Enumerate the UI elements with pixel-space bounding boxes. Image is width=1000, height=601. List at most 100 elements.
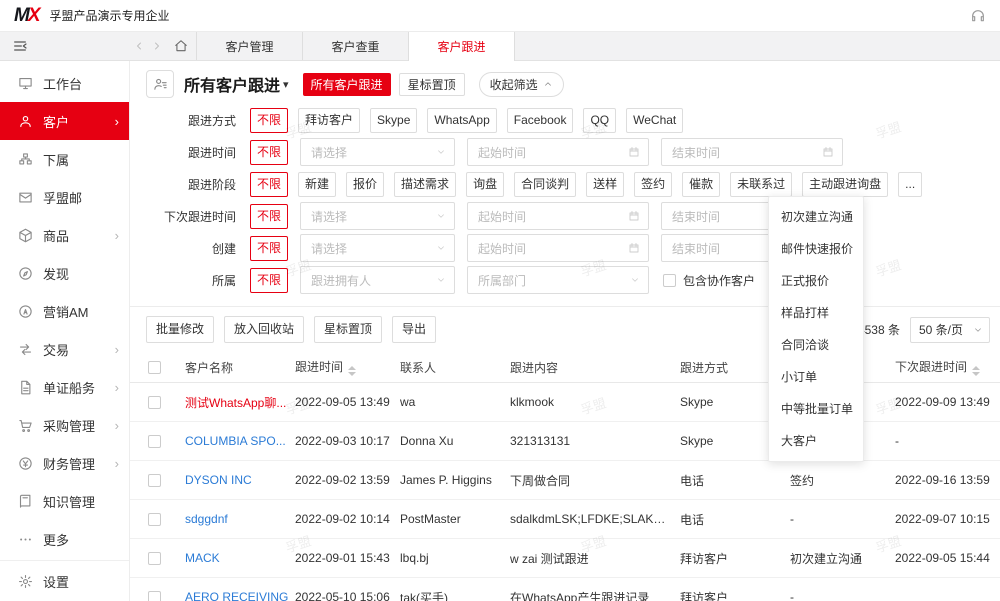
customer-icon <box>18 114 33 129</box>
row-checkbox[interactable] <box>148 513 161 526</box>
sidebar-item-marketing[interactable]: 营销AM <box>0 292 129 330</box>
customer-name-link[interactable]: AERO RECEIVING <box>185 590 288 601</box>
sidebar-item-mail[interactable]: 孚盟邮 <box>0 178 129 216</box>
stage-dropdown-option[interactable]: 邮件快速报价 <box>769 233 863 265</box>
department-select[interactable]: 所属部门 <box>467 266 649 294</box>
sidebar-item-workbench[interactable]: 工作台 <box>0 64 129 102</box>
table-row[interactable]: DYSON INC2022-09-02 13:59James P. Higgin… <box>130 461 1000 500</box>
filter-option-button[interactable]: 描述需求 <box>394 172 456 197</box>
sidebar-item-settings[interactable]: 设置 <box>0 560 129 601</box>
sidebar-item-more[interactable]: 更多 <box>0 520 129 558</box>
row-checkbox[interactable] <box>148 396 161 409</box>
next-follow-time-preset-select[interactable]: 请选择 <box>300 202 455 230</box>
follow-time-start-input[interactable]: 起始时间 <box>467 138 649 166</box>
filter-option-button[interactable]: 主动跟进询盘 <box>802 172 888 197</box>
created-preset-select[interactable]: 请选择 <box>300 234 455 262</box>
filter-option-button[interactable]: Skype <box>370 108 417 133</box>
sidebar-item-shipping-doc[interactable]: 单证船务› <box>0 368 129 406</box>
tab-customer-followup[interactable]: 客户跟进 <box>408 32 515 61</box>
stage-dropdown-option[interactable]: 合同洽谈 <box>769 329 863 361</box>
row-checkbox[interactable] <box>148 552 161 565</box>
stage-dropdown-option[interactable]: 正式报价 <box>769 265 863 297</box>
select-all-checkbox[interactable] <box>148 361 161 374</box>
row-checkbox[interactable] <box>148 591 161 601</box>
mx-logo[interactable]: MX <box>14 5 40 27</box>
view-tag-starred[interactable]: 星标置顶 <box>399 73 465 96</box>
filter-option-button[interactable]: 合同谈判 <box>514 172 576 197</box>
sidebar-item-knowledge[interactable]: 知识管理 <box>0 482 129 520</box>
filter-option-button[interactable]: Facebook <box>507 108 574 133</box>
filter-option-button[interactable]: WeChat <box>626 108 683 133</box>
stage-dropdown-option[interactable]: 大客户 <box>769 425 863 457</box>
filter-option-button[interactable]: 送样 <box>586 172 624 197</box>
sidebar-item-purchase[interactable]: 采购管理› <box>0 406 129 444</box>
table-row[interactable]: 测试WhatsApp聊...2022-09-05 13:49waklkmookS… <box>130 383 1000 422</box>
title-caret-down-icon[interactable]: ▾ <box>283 78 289 91</box>
stage-dropdown-option[interactable]: 样品打样 <box>769 297 863 329</box>
unlimited-button[interactable]: 不限 <box>250 172 288 197</box>
filter-option-button[interactable]: 报价 <box>346 172 384 197</box>
tab-customer-dedupe[interactable]: 客户查重 <box>302 32 408 60</box>
nav-back-icon[interactable] <box>133 40 145 52</box>
sidebar-item-customer[interactable]: 客户› <box>0 102 129 140</box>
customer-name-link[interactable]: MACK <box>185 551 220 565</box>
table-row[interactable]: COLUMBIA SPO...2022-09-03 10:17Donna Xu3… <box>130 422 1000 461</box>
follow-content-cell: w zai 测试跟进 <box>510 550 680 567</box>
follow-time-end-input[interactable]: 结束时间 <box>661 138 843 166</box>
customer-name-link[interactable]: DYSON INC <box>185 473 252 487</box>
batch-edit-button[interactable]: 批量修改 <box>146 316 214 343</box>
next-follow-time-cell: 2022-09-16 13:59 <box>895 473 1000 487</box>
customer-name-link[interactable]: 测试WhatsApp聊... <box>185 396 286 410</box>
table-row[interactable]: MACK2022-09-01 15:43lbq.bjw zai 测试跟进拜访客户… <box>130 539 1000 578</box>
more-stages-button[interactable]: ... <box>898 172 922 197</box>
filter-option-button[interactable]: 未联系过 <box>730 172 792 197</box>
stage-dropdown-option[interactable]: 中等批量订单 <box>769 393 863 425</box>
star-pin-button[interactable]: 星标置顶 <box>314 316 382 343</box>
unlimited-button[interactable]: 不限 <box>250 268 288 293</box>
calendar-icon <box>628 210 640 222</box>
stage-dropdown-option[interactable]: 小订单 <box>769 361 863 393</box>
unlimited-button[interactable]: 不限 <box>250 108 288 133</box>
export-button[interactable]: 导出 <box>392 316 436 343</box>
row-checkbox[interactable] <box>148 474 161 487</box>
unlimited-button[interactable]: 不限 <box>250 236 288 261</box>
collapse-filter-button[interactable]: 收起筛选 <box>479 72 564 97</box>
sidebar-item-product[interactable]: 商品› <box>0 216 129 254</box>
next-follow-time-start-input[interactable]: 起始时间 <box>467 202 649 230</box>
table-row[interactable]: sdggdnf2022-09-02 10:14PostMastersdalkdm… <box>130 500 1000 539</box>
sidebar-item-subordinate[interactable]: 下属 <box>0 140 129 178</box>
sidebar-item-discover[interactable]: 发现 <box>0 254 129 292</box>
include-collab-checkbox[interactable] <box>663 274 676 287</box>
filter-option-button[interactable]: 询盘 <box>466 172 504 197</box>
created-start-input[interactable]: 起始时间 <box>467 234 649 262</box>
filter-option-button[interactable]: 催款 <box>682 172 720 197</box>
home-tab-button[interactable] <box>166 39 196 53</box>
move-to-recycle-bin-button[interactable]: 放入回收站 <box>224 316 304 343</box>
follow-time-preset-select[interactable]: 请选择 <box>300 138 455 166</box>
filter-option-button[interactable]: QQ <box>583 108 616 133</box>
collapse-sidebar-button[interactable] <box>0 32 130 60</box>
filter-option-button[interactable]: 拜访客户 <box>298 108 360 133</box>
sidebar-item-trade[interactable]: 交易› <box>0 330 129 368</box>
filter-option-button[interactable]: 新建 <box>298 172 336 197</box>
nav-forward-icon[interactable] <box>151 40 163 52</box>
tab-customer-management[interactable]: 客户管理 <box>196 32 302 60</box>
filter-option-button[interactable]: WhatsApp <box>427 108 496 133</box>
stage-dropdown-option[interactable]: 初次建立沟通 <box>769 201 863 233</box>
customer-name-link[interactable]: COLUMBIA SPO... <box>185 434 286 448</box>
subordinate-icon <box>18 152 33 167</box>
unlimited-button[interactable]: 不限 <box>250 204 288 229</box>
sort-control[interactable] <box>348 366 356 376</box>
support-headset-icon[interactable] <box>970 8 986 24</box>
owner-select[interactable]: 跟进拥有人 <box>300 266 455 294</box>
page-size-select[interactable]: 50 条/页 <box>910 317 990 343</box>
customer-name-link[interactable]: sdggdnf <box>185 512 228 526</box>
filter-option-button[interactable]: 签约 <box>634 172 672 197</box>
table-row[interactable]: AERO RECEIVING2022-05-10 15:06tak(买手)在Wh… <box>130 578 1000 601</box>
row-checkbox[interactable] <box>148 435 161 448</box>
sort-control[interactable] <box>972 366 980 376</box>
person-filter-button[interactable] <box>146 70 174 98</box>
view-tag-all-followups[interactable]: 所有客户跟进 <box>303 73 391 96</box>
unlimited-button[interactable]: 不限 <box>250 140 288 165</box>
sidebar-item-finance[interactable]: 财务管理› <box>0 444 129 482</box>
